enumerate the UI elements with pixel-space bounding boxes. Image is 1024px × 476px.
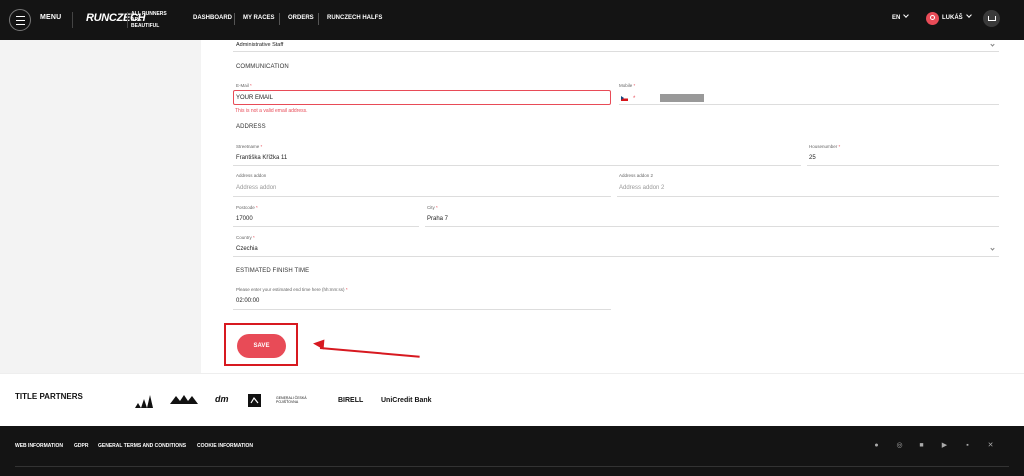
housenumber-field[interactable]: 25 [809,155,816,161]
field-underline [233,226,419,227]
divider [234,13,235,25]
finish-time-heading: ESTIMATED FINISH TIME [236,268,310,274]
country-code-dropdown[interactable]: * [633,96,635,102]
street-label: Streetname * [236,144,263,149]
divider [318,13,319,25]
street-field[interactable]: Františka Křížka 11 [236,155,287,161]
email-field[interactable] [233,90,611,105]
top-navigation-bar: MENU RUNCZECH ALL RUNNERS ARE BEAUTIFUL … [0,0,1024,40]
birell-logo[interactable]: BIRELL [338,397,363,404]
country-select[interactable]: Czechia [236,246,258,252]
field-underline [233,309,611,310]
divider [127,12,128,28]
mobile-label: Mobile * [619,83,636,88]
divider [72,12,73,28]
field-underline [233,165,801,166]
city-label: City * [427,205,438,210]
footer: WEB INFORMATION GDPR GENERAL TERMS AND C… [0,426,1024,476]
tagline: ALL RUNNERS ARE BEAUTIFUL [131,11,167,29]
user-name: LUKÁŠ [942,15,963,21]
field-underline [233,51,999,52]
addon-label: Address addon [236,173,267,178]
instagram-icon[interactable]: ◎ [895,441,904,450]
mobile-field[interactable] [660,94,704,102]
nav-runczech-halfs[interactable]: RUNCZECH HALFS [327,15,382,21]
footer-link-terms[interactable]: GENERAL TERMS AND CONDITIONS [98,443,186,449]
field-underline [807,165,999,166]
dm-logo[interactable]: dm [215,394,229,404]
chevron-down-icon [965,12,972,18]
mattoni-logo[interactable] [170,394,198,406]
field-underline [233,256,999,257]
address-heading: ADDRESS [236,124,266,130]
nav-dashboard[interactable]: DASHBOARD [193,15,232,21]
footer-link-cookies[interactable]: COOKIE INFORMATION [197,443,253,449]
divider [279,13,280,25]
email-label: E-Mail * [236,83,252,88]
nav-my-races[interactable]: MY RACES [243,15,275,21]
menu-label[interactable]: MENU [40,14,61,21]
adidas-logo[interactable] [134,394,154,408]
addon2-label: Address addon 2 [619,173,654,178]
email-value: YOUR EMAIL [236,95,274,101]
finish-time-label: Please enter your estimated end time her… [236,287,348,292]
cart-icon[interactable] [983,10,1000,27]
facebook-icon[interactable]: ● [872,441,881,450]
x-icon[interactable]: ✕ [986,441,995,450]
unicredit-logo[interactable]: UniCredit Bank [381,397,432,404]
left-panel [0,40,201,373]
footer-link-gdpr[interactable]: GDPR [74,443,88,449]
housenumber-label: Housenumber * [809,144,841,149]
title-partners-section: TITLE PARTNERS dm GENERALI ČESKÁ POJIŠŤO… [0,373,1024,426]
linkedin-icon[interactable]: ■ [917,441,926,450]
chevron-down-icon [990,42,995,47]
language-label: EN [892,15,901,21]
nav-orders[interactable]: ORDERS [288,15,314,21]
field-underline [233,196,611,197]
hamburger-menu-icon[interactable] [9,9,31,31]
partner-logo-4[interactable] [248,394,261,407]
chevron-down-icon [903,12,910,18]
field-underline [617,196,999,197]
postcode-field[interactable]: 17000 [236,216,253,222]
footer-divider [15,466,1009,467]
email-error: This is not a valid email address. [235,108,308,114]
field-underline [619,104,999,105]
partners-title: TITLE PARTNERS [15,392,83,401]
postcode-label: Postcode * [236,205,258,210]
staff-select-value[interactable]: Administrative Staff [236,42,283,48]
finish-time-field[interactable]: 02:00:00 [236,298,259,304]
language-selector[interactable]: EN [892,12,910,21]
czech-flag-icon[interactable] [621,96,628,101]
field-underline [425,226,999,227]
chevron-down-icon [990,246,995,251]
save-button[interactable]: SAVE [237,334,286,358]
annotation-arrow-head [312,338,325,350]
addon-field[interactable]: Address addon [236,185,276,191]
user-icon[interactable] [926,12,939,25]
youtube-icon[interactable]: ▶ [940,441,949,450]
footer-link-web-information[interactable]: WEB INFORMATION [15,443,63,449]
communication-heading: COMMUNICATION [236,64,289,70]
annotation-arrow [319,347,420,358]
city-field[interactable]: Praha 7 [427,216,448,222]
country-label: Country * [236,235,255,240]
user-menu[interactable]: LUKÁŠ [942,12,972,21]
addon2-field[interactable]: Address addon 2 [619,185,664,191]
flickr-icon[interactable]: ▪ [963,441,972,450]
generali-logo[interactable]: GENERALI ČESKÁ POJIŠŤOVNA [276,396,324,404]
